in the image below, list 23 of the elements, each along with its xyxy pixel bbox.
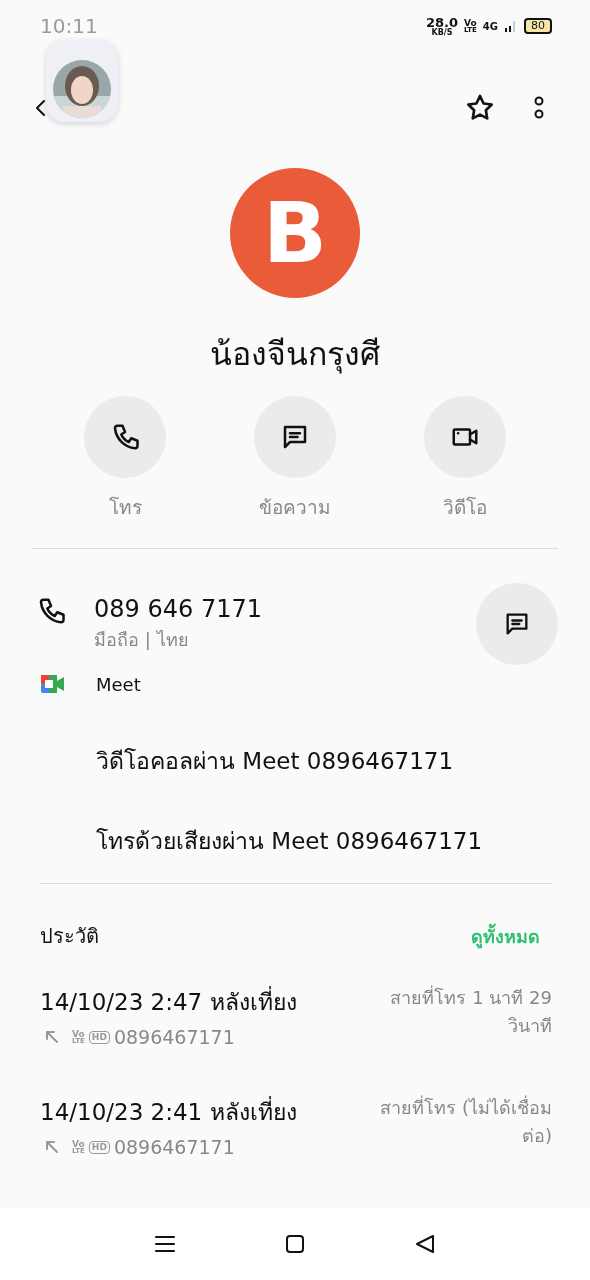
section-title: ประวัติ [40, 923, 99, 950]
action-label: วิดีโอ [443, 495, 487, 520]
meet-call-option[interactable]: โทรด้วยเสียงผ่าน Meet 0896467171 [0, 823, 590, 853]
phone-number[interactable]: 089 646 7171 [94, 594, 476, 623]
action-label: ข้อความ [259, 495, 331, 520]
battery-icon: 80 [524, 18, 552, 34]
action-label: โทร [108, 495, 142, 520]
contact-name: น้องจีนกรุงศี [209, 334, 381, 376]
phone-type: มือถือ | ไทย [94, 627, 190, 652]
call-status: สายที่โทร 1 นาที 29 วินาที [389, 984, 552, 1038]
network-type: 4G [482, 20, 498, 32]
call-datetime: 14/10/23 2:41 หลังเที่ยง [40, 1094, 297, 1130]
call-datetime: 14/10/23 2:47 หลังเที่ยง [40, 984, 297, 1020]
contact-avatar: B [230, 168, 360, 298]
hd-icon: HD [88, 1140, 110, 1154]
call-number: 0896467171 [113, 1136, 235, 1158]
data-speed: 28.0 KB/S [425, 15, 458, 37]
call-status: สายที่โทร (ไม่ได้เชื่อม ต่อ) [379, 1094, 552, 1148]
clock: 10:11 [40, 14, 98, 38]
meet-call-option[interactable]: วิดีโอคอลผ่าน Meet 0896467171 [0, 743, 590, 773]
service-label: Meet [96, 673, 141, 695]
hd-icon: HD [88, 1030, 110, 1044]
call-number: 0896467171 [113, 1026, 235, 1048]
